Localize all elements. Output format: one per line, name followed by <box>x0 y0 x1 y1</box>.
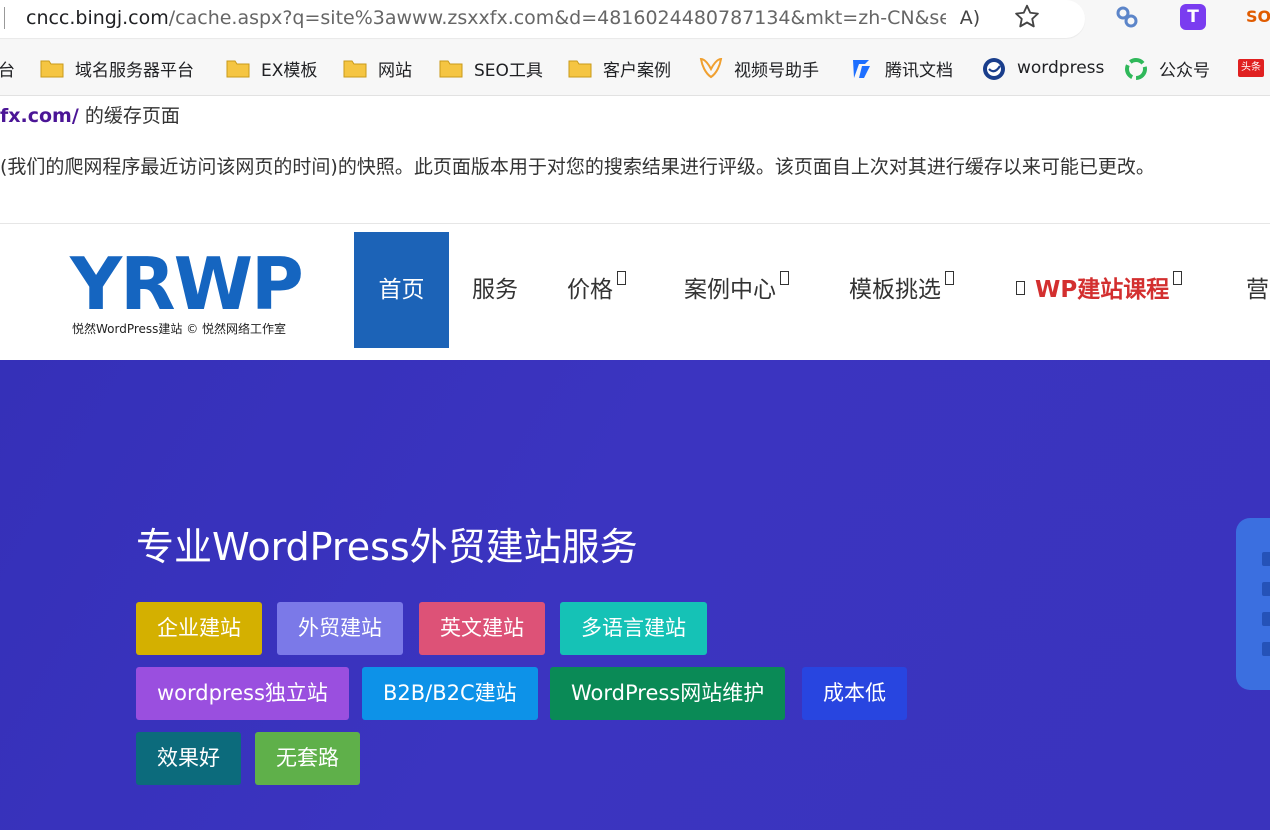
bookmark-item[interactable]: 网站 <box>343 55 412 81</box>
nav-wp-course[interactable]: WP建站课程 <box>1016 232 1183 348</box>
tag-effective[interactable]: 效果好 <box>136 732 241 785</box>
bookmark-item[interactable]: wordpress <box>982 55 1104 81</box>
butterfly-icon <box>699 57 723 79</box>
folder-icon <box>343 57 367 79</box>
hero-title: 专业WordPress外贸建站服务 <box>136 525 638 569</box>
wordpress-icon <box>982 57 1006 80</box>
bookmark-label: 公众号 <box>1159 60 1210 81</box>
tag-wordpress-standalone[interactable]: wordpress独立站 <box>136 667 349 720</box>
bookmark-label: 域名服务器平台 <box>75 60 194 81</box>
side-panel-icon <box>1262 612 1270 626</box>
bookmark-item[interactable]: 域名服务器平台 <box>40 55 194 81</box>
nav-label: 价格 <box>567 277 613 303</box>
tag-english[interactable]: 英文建站 <box>419 602 545 655</box>
bookmark-label: SEO工具 <box>474 60 543 81</box>
url-path: /cache.aspx?q=site%3awww.zsxxfx.com&d=48… <box>168 7 946 29</box>
side-panel-icon <box>1262 642 1270 656</box>
folder-icon <box>226 57 250 79</box>
tag-maintenance[interactable]: WordPress网站维护 <box>550 667 786 720</box>
bookmark-item[interactable]: 公众号 <box>1124 55 1210 81</box>
cache-description: (我们的爬网程序最近访问该网页的时间)的快照。此页面版本用于对您的搜索结果进行评… <box>0 156 1155 178</box>
address-bar[interactable]: 全 cncc.bingj.com/cache.aspx?q=site%3awww… <box>0 0 1085 38</box>
folder-icon <box>568 57 592 79</box>
side-panel-icon <box>1262 582 1270 596</box>
site-header: YRWP 悦然WordPress建站 © 悦然网络工作室 首页 服务 价格 案例… <box>0 224 1270 360</box>
tencent-docs-icon <box>850 57 874 79</box>
tag-enterprise[interactable]: 企业建站 <box>136 602 262 655</box>
address-bar-row: 全 cncc.bingj.com/cache.aspx?q=site%3awww… <box>0 0 1270 40</box>
bookmark-label: 腾讯文档 <box>885 60 953 81</box>
nav-pricing[interactable]: 价格 <box>567 232 626 348</box>
bookmark-label: 客户案例 <box>603 60 671 81</box>
folder-icon <box>40 57 64 79</box>
favorite-star-icon[interactable] <box>1012 2 1042 32</box>
side-float-panel[interactable] <box>1236 518 1270 690</box>
bookmark-item[interactable]: 腾讯文档 <box>850 55 953 81</box>
nav-label: WP建站课程 <box>1035 277 1170 303</box>
bookmark-label: EX模板 <box>261 60 318 81</box>
bookmark-label: 视频号助手 <box>734 60 819 81</box>
cache-page-title: fx.com/ 的缓存页面 <box>0 101 180 128</box>
course-box-icon <box>1016 281 1025 295</box>
nav-templates[interactable]: 模板挑选 <box>849 232 954 348</box>
nav-label: 服务 <box>472 277 518 303</box>
cache-title-rest: 的缓存页面 <box>78 105 180 127</box>
nav-marketing[interactable]: 营 <box>1246 232 1269 348</box>
url-host: cncc.bingj.com <box>26 7 169 29</box>
dropdown-box-icon <box>617 271 626 285</box>
hero-banner: 专业WordPress外贸建站服务 企业建站 外贸建站 英文建站 多语言建站 w… <box>0 360 1270 830</box>
nav-label: 首页 <box>378 277 425 303</box>
nav-label: 案例中心 <box>684 277 776 303</box>
nav-services[interactable]: 服务 <box>472 232 518 348</box>
url-text[interactable]: cncc.bingj.com/cache.aspx?q=site%3awww.z… <box>26 7 946 29</box>
wechat-official-icon <box>1124 57 1148 80</box>
address-divider <box>4 7 5 29</box>
bookmark-item[interactable]: 客户案例 <box>568 55 671 81</box>
cache-site-link[interactable]: fx.com/ <box>0 105 79 127</box>
tag-foreign-trade[interactable]: 外贸建站 <box>277 602 403 655</box>
dropdown-box-icon <box>1173 271 1183 285</box>
bookmark-item[interactable]: 视频号助手 <box>699 55 819 81</box>
toutiao-icon: 头条 <box>1238 59 1264 77</box>
bookmark-label: 台 <box>0 60 15 81</box>
tag-no-tricks[interactable]: 无套路 <box>255 732 360 785</box>
bookmark-item[interactable]: 头条 <box>1238 55 1264 81</box>
dropdown-box-icon <box>945 271 954 285</box>
logo-subtitle: 悦然WordPress建站 © 悦然网络工作室 <box>72 322 287 336</box>
bookmark-item[interactable]: EX模板 <box>226 55 317 81</box>
tag-b2b-b2c[interactable]: B2B/B2C建站 <box>362 667 538 720</box>
logo-wordmark: YRWP <box>70 242 304 326</box>
bookmark-label: 网站 <box>378 60 412 81</box>
tag-low-cost[interactable]: 成本低 <box>802 667 907 720</box>
so-extension-icon[interactable]: SO <box>1246 4 1270 30</box>
nav-label: 模板挑选 <box>849 277 941 303</box>
folder-icon <box>439 57 463 79</box>
t-extension-icon[interactable]: T <box>1180 4 1206 30</box>
bookmarks-bar: 台 域名服务器平台 EX模板 网站 SEO工具 客户案例 视频号助手 腾讯文档 … <box>0 40 1270 96</box>
nav-label: 营 <box>1246 277 1269 303</box>
bookmark-item[interactable]: SEO工具 <box>439 55 543 81</box>
tag-multilingual[interactable]: 多语言建站 <box>560 602 707 655</box>
nav-home[interactable]: 首页 <box>354 232 449 348</box>
bookmark-item[interactable]: 台 <box>0 55 15 81</box>
site-logo[interactable]: YRWP 悦然WordPress建站 © 悦然网络工作室 <box>70 242 304 340</box>
nav-cases[interactable]: 案例中心 <box>684 232 789 348</box>
dropdown-box-icon <box>780 271 789 285</box>
side-panel-icon <box>1262 552 1270 566</box>
read-aloud-icon[interactable]: A) <box>955 3 985 33</box>
bookmark-label: wordpress <box>1017 58 1105 78</box>
link-extension-icon[interactable] <box>1114 4 1140 30</box>
